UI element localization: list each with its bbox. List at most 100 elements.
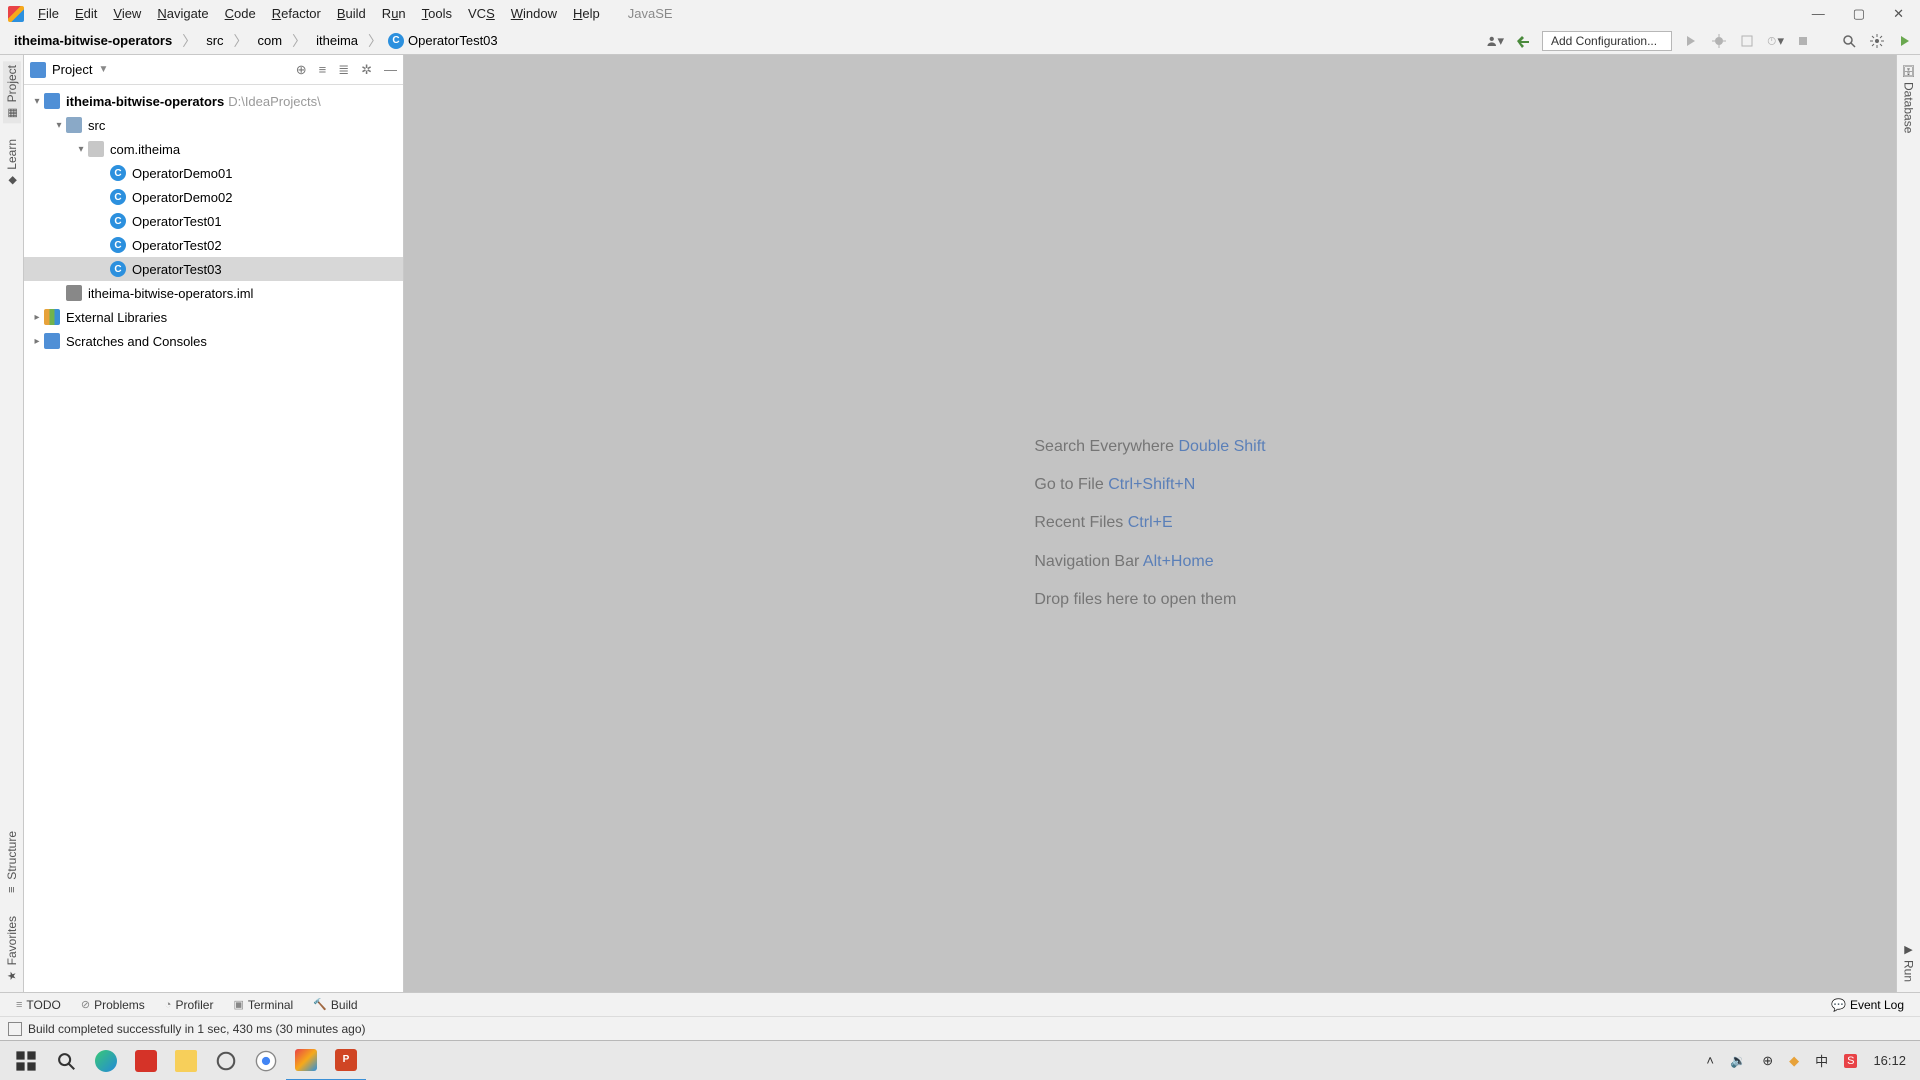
- collapse-all-icon[interactable]: ≣: [338, 62, 349, 78]
- locate-icon[interactable]: ⊕: [296, 62, 307, 78]
- search-everywhere-icon[interactable]: [1840, 32, 1858, 50]
- breadcrumb-itheima[interactable]: itheima: [308, 33, 366, 48]
- chevron-down-icon[interactable]: ▾: [52, 120, 66, 131]
- left-tool-strip: ▦Project ◆Learn ≡Structure ★Favorites: [0, 55, 24, 992]
- project-panel-header: Project ▼ ⊕ ≡ ≣ ✲ —: [24, 55, 403, 85]
- menu-refactor[interactable]: Refactor: [264, 4, 329, 23]
- menu-build[interactable]: Build: [329, 4, 374, 23]
- taskbar-explorer[interactable]: [166, 1041, 206, 1080]
- menu-vcs[interactable]: VCS: [460, 4, 503, 23]
- project-view-title[interactable]: Project: [52, 62, 92, 77]
- menu-run[interactable]: Run: [374, 4, 414, 23]
- taskbar-powerpoint[interactable]: P: [326, 1041, 366, 1080]
- taskbar-clock[interactable]: 16:12: [1873, 1053, 1906, 1068]
- run-button[interactable]: [1682, 32, 1700, 50]
- user-icon[interactable]: ▾: [1486, 32, 1504, 50]
- tray-sogou-icon[interactable]: S: [1844, 1054, 1857, 1068]
- breadcrumb-com[interactable]: com: [250, 33, 291, 48]
- menu-window[interactable]: Window: [503, 4, 565, 23]
- left-tab-project[interactable]: ▦Project: [3, 61, 21, 123]
- start-button[interactable]: [6, 1041, 46, 1080]
- menu-help[interactable]: Help: [565, 4, 608, 23]
- taskbar-cortana[interactable]: [206, 1041, 246, 1080]
- left-tab-learn[interactable]: ◆Learn: [3, 135, 21, 191]
- project-view-dropdown[interactable]: ▼: [98, 64, 108, 75]
- breadcrumb-class[interactable]: C OperatorTest03: [384, 33, 506, 49]
- chevron-down-icon[interactable]: ▾: [74, 144, 88, 155]
- left-tab-structure[interactable]: ≡Structure: [3, 827, 21, 900]
- run-config-combo[interactable]: Add Configuration...: [1542, 31, 1672, 51]
- breadcrumbs: itheima-bitwise-operators 〉 src 〉 com 〉 …: [6, 31, 506, 51]
- folder-icon: [66, 117, 82, 133]
- class-icon: C: [110, 237, 126, 253]
- system-tray: ˄ 🔉 ⊕ ◆ 中 S 16:12: [1706, 1051, 1914, 1070]
- taskbar-intellij[interactable]: [286, 1041, 326, 1080]
- app-icon: [8, 6, 24, 22]
- taskbar-app-red[interactable]: [126, 1041, 166, 1080]
- btab-todo[interactable]: ≡TODO: [6, 998, 71, 1012]
- editor-area[interactable]: Search Everywhere Double Shift Go to Fil…: [404, 55, 1896, 992]
- menu-file[interactable]: File: [30, 4, 67, 23]
- tree-file[interactable]: C OperatorTest02: [24, 233, 403, 257]
- tray-volume-icon[interactable]: 🔉: [1730, 1053, 1746, 1069]
- btab-profiler[interactable]: ◔Profiler: [155, 998, 224, 1012]
- tray-network-icon[interactable]: ⊕: [1762, 1053, 1773, 1069]
- debug-button[interactable]: [1710, 32, 1728, 50]
- tree-root[interactable]: ▾ itheima-bitwise-operatorsD:\IdeaProjec…: [24, 89, 403, 113]
- build-icon[interactable]: [1514, 32, 1532, 50]
- tray-ime-icon[interactable]: 中: [1815, 1051, 1828, 1070]
- menu-code[interactable]: Code: [217, 4, 264, 23]
- window-minimize[interactable]: —: [1812, 6, 1825, 21]
- tree-file[interactable]: C OperatorDemo01: [24, 161, 403, 185]
- tray-app-icon[interactable]: ◆: [1789, 1053, 1799, 1069]
- window-maximize[interactable]: ▢: [1853, 6, 1865, 22]
- tree-file-selected[interactable]: C OperatorTest03: [24, 257, 403, 281]
- right-tab-run[interactable]: ▶Run: [1900, 939, 1918, 986]
- tree-package[interactable]: ▾ com.itheima: [24, 137, 403, 161]
- panel-settings-icon[interactable]: ✲: [361, 62, 372, 78]
- statusbar-icon[interactable]: [8, 1022, 22, 1036]
- right-tool-strip: 🗄Database ▶Run: [1896, 55, 1920, 992]
- breadcrumb-sep: 〉: [290, 31, 308, 51]
- class-icon: C: [110, 213, 126, 229]
- tray-chevron-up-icon[interactable]: ˄: [1706, 1053, 1714, 1068]
- btab-terminal[interactable]: ▣Terminal: [223, 998, 303, 1012]
- menu-view[interactable]: View: [105, 4, 149, 23]
- menu-navigate[interactable]: Navigate: [149, 4, 216, 23]
- class-icon: C: [110, 189, 126, 205]
- statusbar: Build completed successfully in 1 sec, 4…: [0, 1016, 1920, 1040]
- right-tab-database[interactable]: 🗄Database: [1900, 61, 1918, 137]
- bottom-tool-tabs: ≡TODO ⊘Problems ◔Profiler ▣Terminal 🔨Bui…: [0, 992, 1920, 1016]
- module-icon: [44, 93, 60, 109]
- chevron-right-icon[interactable]: ▸: [30, 312, 44, 323]
- taskbar-search[interactable]: [46, 1041, 86, 1080]
- tree-scratches[interactable]: ▸ Scratches and Consoles: [24, 329, 403, 353]
- settings-icon[interactable]: [1868, 32, 1886, 50]
- profile-button[interactable]: ▾: [1766, 32, 1784, 50]
- breadcrumb-root[interactable]: itheima-bitwise-operators: [6, 33, 180, 48]
- menu-edit[interactable]: Edit: [67, 4, 105, 23]
- tree-iml[interactable]: itheima-bitwise-operators.iml: [24, 281, 403, 305]
- os-taskbar: P ˄ 🔉 ⊕ ◆ 中 S 16:12: [0, 1040, 1920, 1080]
- tree-libraries[interactable]: ▸ External Libraries: [24, 305, 403, 329]
- stop-button[interactable]: [1794, 32, 1812, 50]
- project-tree[interactable]: ▾ itheima-bitwise-operatorsD:\IdeaProjec…: [24, 85, 403, 992]
- taskbar-chrome[interactable]: [246, 1041, 286, 1080]
- tree-file[interactable]: C OperatorDemo02: [24, 185, 403, 209]
- taskbar-edge[interactable]: [86, 1041, 126, 1080]
- menu-tools[interactable]: Tools: [414, 4, 460, 23]
- expand-all-icon[interactable]: ≡: [319, 62, 327, 78]
- tree-src[interactable]: ▾ src: [24, 113, 403, 137]
- breadcrumb-src[interactable]: src: [198, 33, 231, 48]
- window-close[interactable]: ✕: [1893, 6, 1904, 22]
- chevron-down-icon[interactable]: ▾: [30, 96, 44, 107]
- coverage-button[interactable]: [1738, 32, 1756, 50]
- left-tab-favorites[interactable]: ★Favorites: [3, 912, 21, 986]
- btab-build[interactable]: 🔨Build: [303, 998, 367, 1012]
- btab-problems[interactable]: ⊘Problems: [71, 998, 155, 1012]
- run-anything-icon[interactable]: [1896, 32, 1914, 50]
- tree-file[interactable]: C OperatorTest01: [24, 209, 403, 233]
- chevron-right-icon[interactable]: ▸: [30, 336, 44, 347]
- btab-eventlog[interactable]: 💬Event Log: [1821, 998, 1914, 1012]
- hide-panel-icon[interactable]: —: [384, 62, 397, 78]
